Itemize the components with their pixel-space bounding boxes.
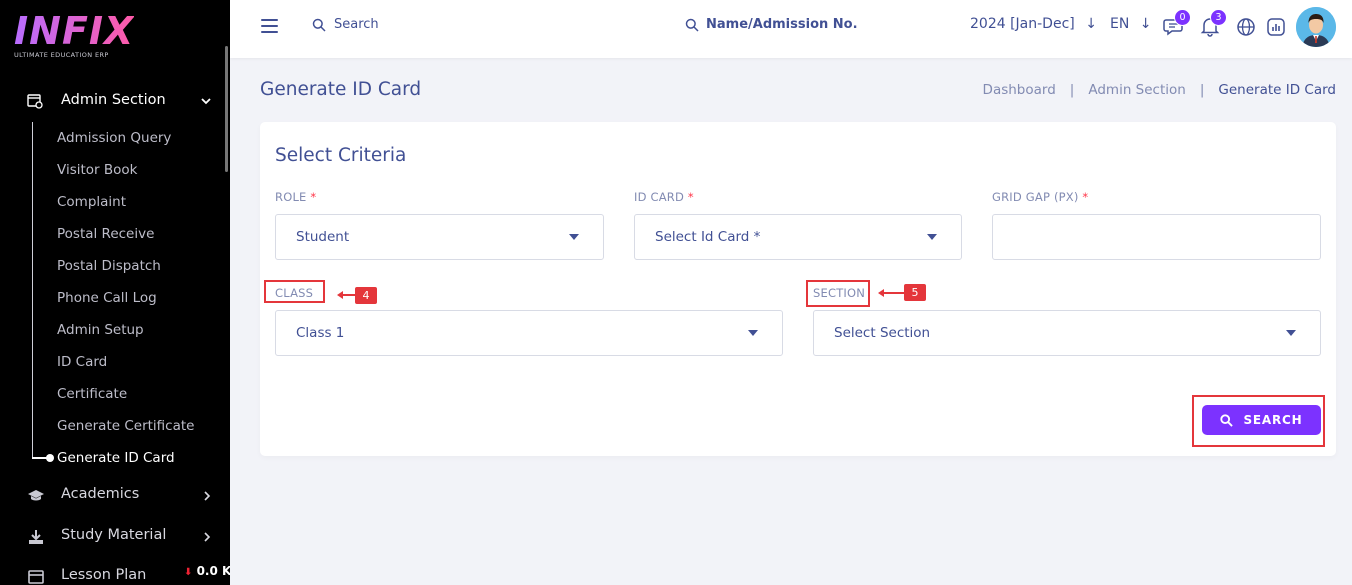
breadcrumb: Dashboard | Admin Section | Generate ID …	[983, 82, 1336, 98]
sidebar-item-postal-receive[interactable]: Postal Receive	[57, 226, 154, 242]
network-speed-indicator: ⬇ 0.0 KB/s	[184, 564, 230, 578]
chevron-right-icon	[204, 491, 211, 501]
arrow-down-icon: ↓	[1085, 16, 1097, 32]
class-label: CLASS	[275, 286, 314, 300]
grid-gap-input[interactable]	[992, 214, 1321, 260]
class-select-value: Class 1	[296, 325, 345, 341]
arrow-down-icon: ↓	[1139, 16, 1152, 32]
class-annotation-number: 4	[355, 287, 377, 304]
breadcrumb-dashboard[interactable]: Dashboard	[983, 82, 1056, 98]
search-icon	[1220, 413, 1234, 427]
sidebar-item-postal-dispatch[interactable]: Postal Dispatch	[57, 258, 161, 274]
select-criteria-card: Select Criteria ROLE * ID CARD * GRID GA…	[260, 122, 1336, 456]
breadcrumb-separator: |	[1069, 82, 1075, 98]
card-title: Select Criteria	[275, 145, 407, 166]
language-selector[interactable]: EN ↓	[1110, 16, 1152, 32]
section-annotation-arrow	[878, 289, 905, 297]
notifications-count-badge: 3	[1210, 9, 1227, 26]
sidebar-item-study-material[interactable]: Study Material	[0, 524, 230, 550]
logo[interactable]: INFIX ULTIMATE EDUCATION ERP	[14, 12, 134, 62]
network-speed-value: 0.0 KB/s	[196, 564, 230, 578]
avatar[interactable]	[1296, 7, 1336, 47]
academic-year-value: 2024 [Jan-Dec]	[970, 16, 1075, 32]
grid-gap-label: GRID GAP (PX) *	[992, 190, 1088, 204]
caret-down-icon	[569, 234, 579, 240]
role-label: ROLE *	[275, 190, 316, 204]
lesson-plan-icon	[28, 570, 44, 584]
global-search-input[interactable]: Search	[334, 17, 379, 32]
sidebar-group-admin-section[interactable]: Admin Section	[0, 88, 230, 114]
role-label-text: ROLE	[275, 190, 307, 204]
graduation-cap-icon	[28, 490, 44, 501]
caret-down-icon	[927, 234, 937, 240]
id-card-select-value: Select Id Card *	[655, 229, 761, 245]
breadcrumb-current: Generate ID Card	[1218, 82, 1336, 98]
caret-down-icon	[1286, 330, 1296, 336]
active-item-marker	[32, 454, 54, 462]
sidebar-item-certificate[interactable]: Certificate	[57, 386, 127, 402]
section-label: SECTION	[813, 286, 866, 300]
section-annotation-number: 5	[904, 284, 926, 301]
id-card-select[interactable]: Select Id Card *	[634, 214, 962, 260]
breadcrumb-separator: |	[1199, 82, 1205, 98]
sidebar-item-academics[interactable]: Academics	[0, 483, 230, 509]
search-icon	[312, 18, 326, 32]
menu-toggle-icon[interactable]	[261, 19, 278, 33]
sidebar-item-complaint[interactable]: Complaint	[57, 194, 126, 210]
page-title: Generate ID Card	[260, 79, 422, 100]
messages-count-badge: 0	[1174, 9, 1191, 26]
chevron-right-icon	[204, 532, 211, 542]
sidebar-item-generate-id-card[interactable]: Generate ID Card	[57, 450, 175, 466]
sidebar-item-phone-call-log[interactable]: Phone Call Log	[57, 290, 157, 306]
notifications-button[interactable]: 3	[1198, 9, 1227, 38]
submenu-tree-line	[32, 122, 33, 459]
class-select[interactable]: Class 1	[275, 310, 783, 356]
analytics-icon[interactable]	[1264, 14, 1288, 38]
download-icon	[29, 530, 43, 544]
sidebar-group-label: Admin Section	[61, 92, 166, 108]
messages-button[interactable]: 0	[1162, 9, 1191, 38]
download-arrow-icon: ⬇	[184, 567, 193, 578]
admin-section-icon	[27, 94, 43, 109]
role-select[interactable]: Student	[275, 214, 604, 260]
language-value: EN	[1110, 16, 1130, 32]
sidebar-item-generate-certificate[interactable]: Generate Certificate	[57, 418, 194, 434]
sidebar-item-label: Study Material	[61, 527, 167, 543]
sidebar-item-id-card[interactable]: ID Card	[57, 354, 107, 370]
search-button[interactable]: SEARCH	[1202, 405, 1321, 435]
caret-down-icon	[748, 330, 758, 336]
user-avatar-icon	[1296, 7, 1336, 47]
id-card-label-text: ID CARD	[634, 190, 685, 204]
role-select-value: Student	[296, 229, 350, 245]
required-mark: *	[1082, 190, 1089, 204]
section-select-value: Select Section	[834, 325, 931, 341]
sidebar-item-admin-setup[interactable]: Admin Setup	[57, 322, 144, 338]
logo-text: INFIX	[14, 9, 135, 53]
sidebar-item-label: Lesson Plan	[61, 567, 147, 583]
id-card-label: ID CARD *	[634, 190, 694, 204]
academic-year-selector[interactable]: 2024 [Jan-Dec] ↓	[970, 16, 1097, 32]
chevron-down-icon	[201, 98, 211, 105]
student-search[interactable]: Name/Admission No.	[685, 17, 858, 32]
sidebar: INFIX ULTIMATE EDUCATION ERP Admin Secti…	[0, 0, 230, 585]
top-header: Search Name/Admission No. 2024 [Jan-Dec]…	[230, 0, 1352, 58]
globe-icon[interactable]	[1234, 14, 1258, 38]
search-button-label: SEARCH	[1243, 413, 1303, 427]
student-search-input[interactable]: Name/Admission No.	[706, 17, 858, 32]
breadcrumb-admin-section[interactable]: Admin Section	[1088, 82, 1185, 98]
grid-gap-label-text: GRID GAP (PX)	[992, 190, 1079, 204]
class-annotation-arrow	[337, 291, 356, 299]
sidebar-item-label: Academics	[61, 486, 140, 502]
required-mark: *	[310, 190, 317, 204]
sidebar-item-visitor-book[interactable]: Visitor Book	[57, 162, 137, 178]
section-select[interactable]: Select Section	[813, 310, 1321, 356]
required-mark: *	[687, 190, 694, 204]
global-search[interactable]: Search	[312, 17, 379, 32]
search-icon	[685, 18, 699, 32]
sidebar-item-admission-query[interactable]: Admission Query	[57, 130, 171, 146]
